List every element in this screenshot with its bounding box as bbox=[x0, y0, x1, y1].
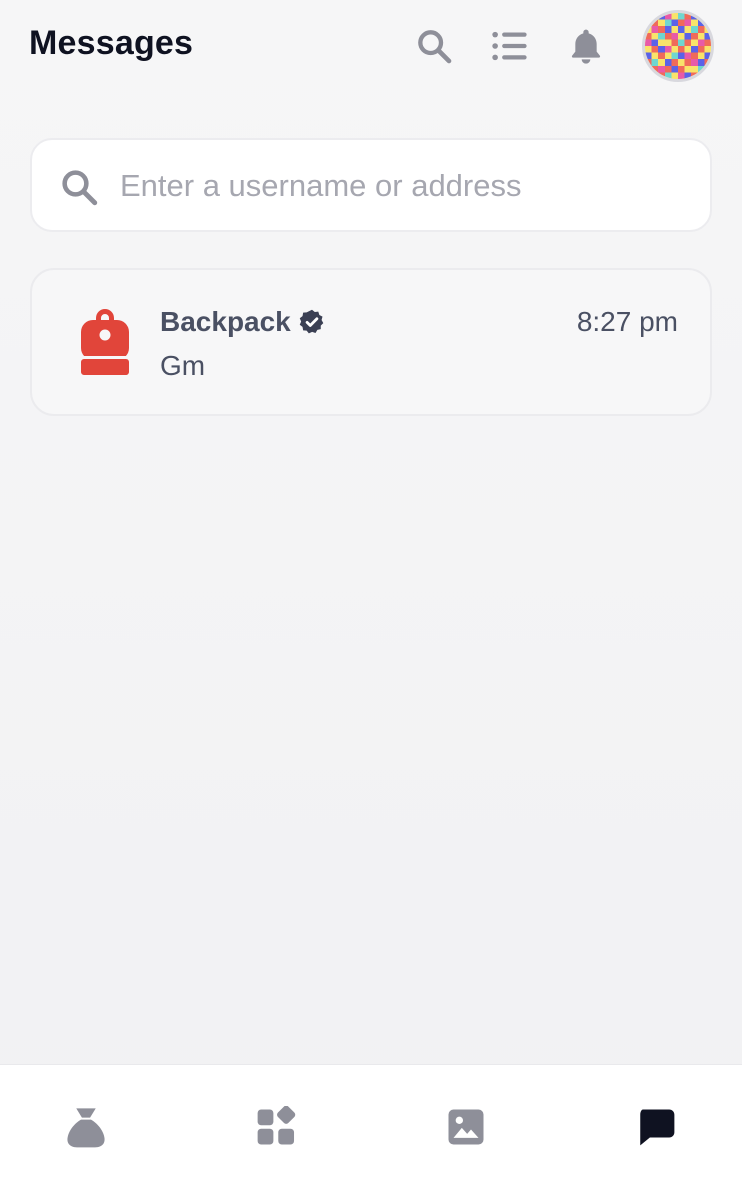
tab-balances[interactable] bbox=[60, 1103, 112, 1155]
conversation-header: Backpack bbox=[160, 306, 326, 338]
verified-badge-icon bbox=[298, 308, 326, 336]
apps-grid-icon bbox=[255, 1105, 297, 1153]
search-bar bbox=[30, 138, 712, 232]
backpack-logo-icon bbox=[78, 308, 132, 378]
conversation-name: Backpack bbox=[160, 306, 291, 337]
messages-icon bbox=[634, 1106, 678, 1153]
conversation-item[interactable]: Backpack Gm 8:27 pm bbox=[30, 268, 712, 416]
header: Messages bbox=[0, 0, 742, 96]
user-avatar[interactable] bbox=[642, 10, 714, 82]
tab-collectibles[interactable] bbox=[440, 1103, 492, 1155]
bottom-tab-bar bbox=[0, 1064, 742, 1180]
search-icon[interactable] bbox=[412, 24, 456, 68]
username-search-input[interactable] bbox=[120, 158, 690, 214]
tab-apps[interactable] bbox=[250, 1103, 302, 1155]
search-field-icon bbox=[58, 166, 100, 208]
page-title: Messages bbox=[29, 24, 194, 62]
tab-messages[interactable] bbox=[630, 1103, 682, 1155]
bell-icon[interactable] bbox=[564, 24, 608, 68]
collectibles-image-icon bbox=[446, 1107, 486, 1152]
conversation-preview: Gm bbox=[160, 350, 206, 381]
list-icon[interactable] bbox=[488, 24, 532, 68]
conversation-time: 8:27 pm bbox=[576, 306, 678, 337]
balances-bag-icon bbox=[64, 1104, 108, 1155]
